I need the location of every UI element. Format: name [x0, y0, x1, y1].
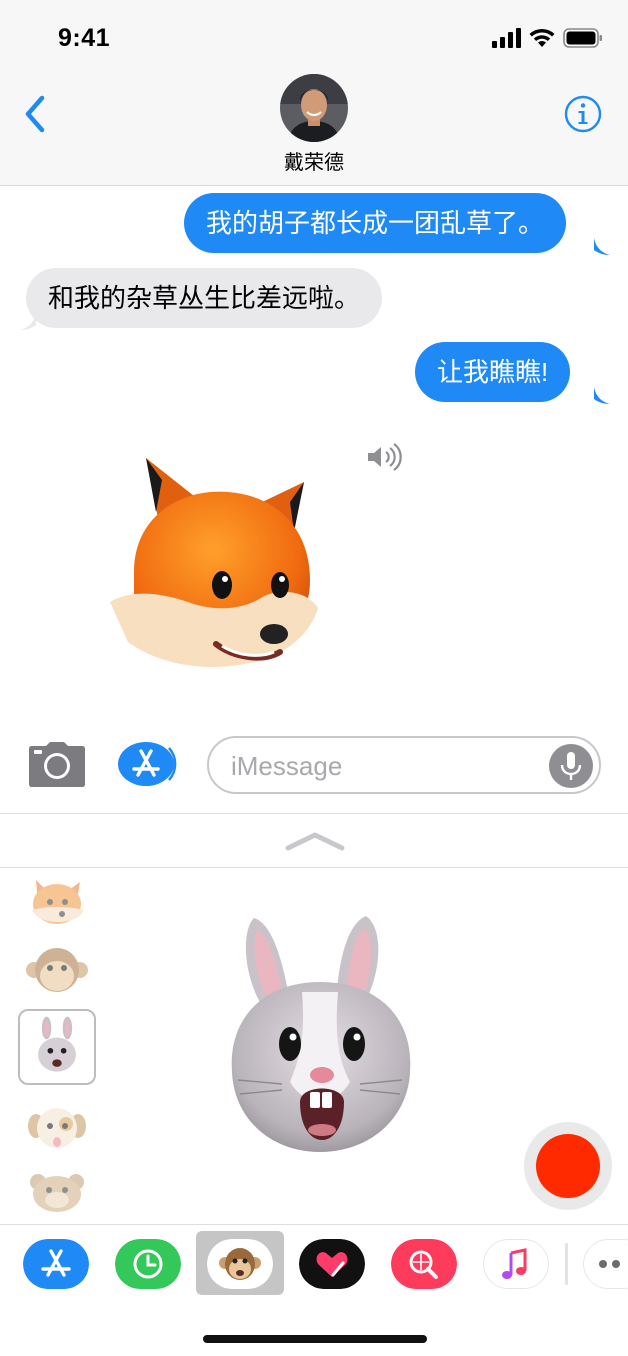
animoji-dog-thumb[interactable]: [18, 1092, 96, 1168]
record-button[interactable]: [524, 1122, 612, 1210]
bubble-tail: [594, 387, 610, 404]
speaker-icon[interactable]: [366, 442, 404, 472]
conversation-header: 戴荣德: [0, 74, 628, 186]
info-icon[interactable]: [564, 95, 602, 133]
app-drawer: [0, 1224, 628, 1356]
contact-avatar[interactable]: [280, 74, 348, 142]
bubble-tail: [594, 238, 610, 255]
animoji-app-icon[interactable]: [207, 1239, 273, 1289]
status-time: 9:41: [58, 24, 111, 52]
drawer-separator: [565, 1243, 568, 1285]
wifi-icon: [529, 28, 555, 47]
divider: [0, 867, 628, 868]
contact-name[interactable]: 戴荣德: [0, 146, 628, 175]
app-store-icon[interactable]: [23, 1239, 89, 1289]
incoming-message[interactable]: 和我的杂草丛生比差远啦。: [26, 268, 383, 328]
app-store-button[interactable]: [117, 741, 177, 787]
digital-touch-icon[interactable]: [299, 1239, 365, 1289]
back-chevron-icon[interactable]: [18, 92, 54, 136]
animoji-fox-thumb[interactable]: [18, 870, 96, 946]
animoji-rabbit-thumb[interactable]: [18, 1009, 96, 1085]
animoji-monkey-thumb[interactable]: [18, 936, 96, 1012]
microphone-button[interactable]: [549, 744, 593, 788]
rabbit-animoji-preview[interactable]: [218, 912, 422, 1156]
bubble-tail: [20, 313, 36, 330]
outgoing-message[interactable]: 让我瞧瞧!: [415, 342, 571, 402]
cellular-signal-icon: [492, 28, 521, 48]
battery-icon: [563, 28, 602, 48]
divider: [0, 813, 628, 814]
home-indicator[interactable]: [203, 1335, 427, 1343]
status-bar: 9:41: [0, 0, 628, 78]
images-search-icon[interactable]: [391, 1239, 457, 1289]
message-input[interactable]: iMessage: [207, 736, 601, 794]
fox-animoji-message[interactable]: [104, 452, 328, 678]
recents-clock-icon[interactable]: [115, 1239, 181, 1289]
outgoing-message[interactable]: 我的胡子都长成一团乱草了。: [184, 193, 567, 253]
expand-chevron-icon[interactable]: [284, 830, 346, 852]
record-dot: [536, 1134, 600, 1198]
music-icon[interactable]: [483, 1239, 549, 1289]
message-placeholder: iMessage: [231, 751, 343, 781]
more-apps-icon[interactable]: [583, 1239, 628, 1289]
camera-icon[interactable]: [28, 740, 86, 788]
microphone-icon: [560, 752, 582, 780]
